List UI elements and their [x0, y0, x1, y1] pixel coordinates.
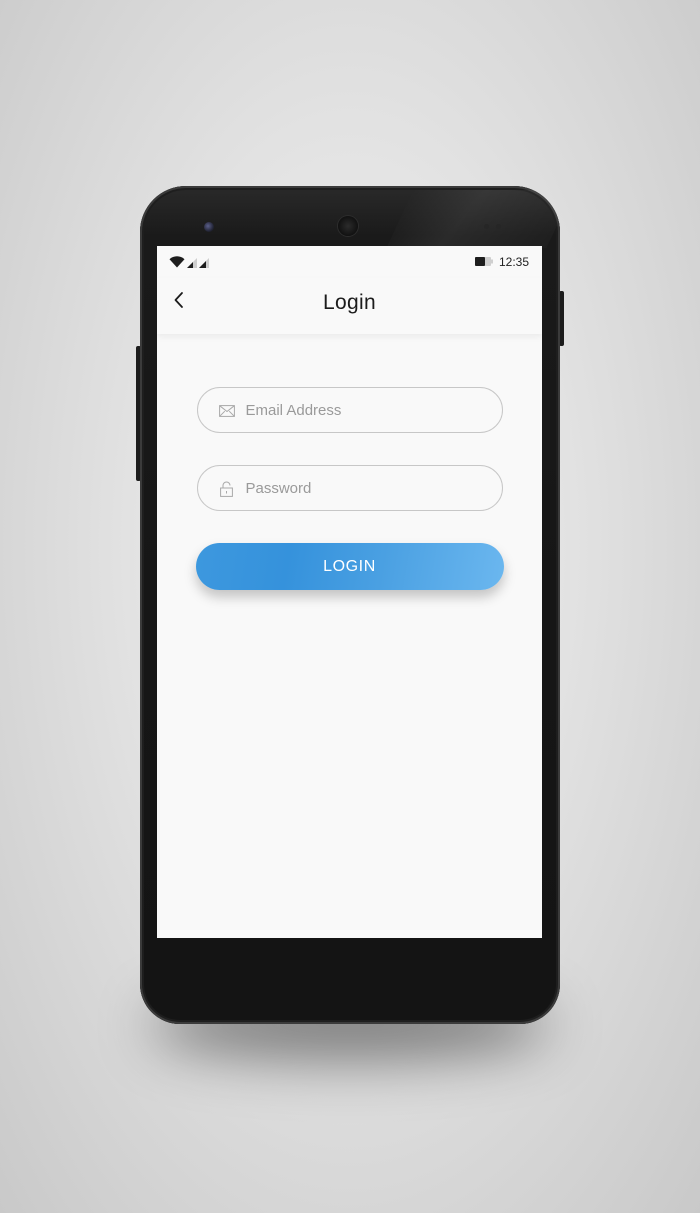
status-right: 12:35: [474, 255, 529, 269]
screen: 12:35 Login Email Address LOGIN: [157, 246, 542, 938]
status-bar: 12:35: [157, 246, 542, 278]
lock-icon: [219, 481, 235, 497]
proximity-sensor: [484, 224, 489, 229]
app-bar: Login: [157, 278, 542, 334]
light-sensor: [496, 224, 501, 229]
status-icons: [169, 255, 209, 273]
login-button[interactable]: LOGIN: [195, 543, 504, 590]
password-input[interactable]: [245, 466, 486, 510]
earpiece-speaker: [338, 216, 358, 236]
cell-signal-icon: [187, 255, 197, 273]
login-form: LOGIN: [157, 334, 542, 590]
battery-icon: [474, 255, 493, 269]
wifi-icon: [169, 255, 185, 273]
email-input[interactable]: [245, 388, 486, 432]
status-time: 12:35: [498, 255, 529, 269]
envelope-icon: [218, 403, 235, 419]
phone-frame: 12:35 Login Email Address LOGIN: [140, 186, 560, 1024]
page-title: Login: [323, 291, 376, 314]
password-field[interactable]: [196, 465, 503, 511]
cell-signal-icon: [199, 255, 209, 273]
phone-gloss: [386, 190, 560, 248]
email-field[interactable]: [196, 387, 503, 433]
front-camera: [204, 222, 214, 232]
